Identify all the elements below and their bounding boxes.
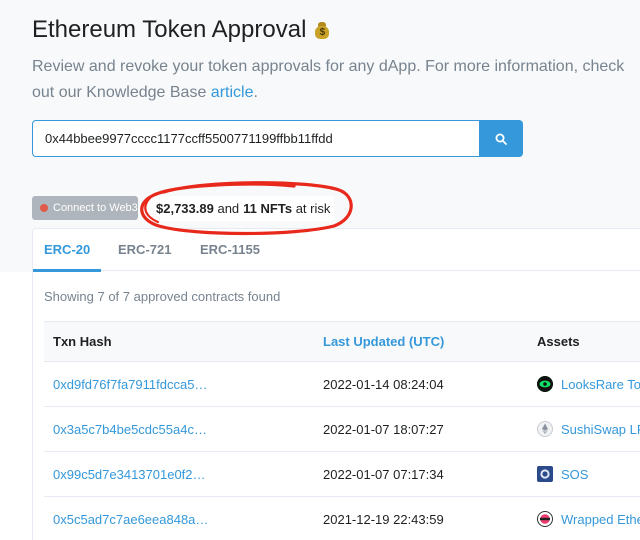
risk-summary: $2,733.89 and 11 NFTs at risk (146, 196, 334, 221)
table-row: 0x5c5ad7c7ae6eea848a… 2021-12-19 22:43:5… (44, 497, 640, 540)
approvals-card: ERC-20 ERC-721 ERC-1155 Showing 7 of 7 a… (32, 228, 640, 540)
column-last-updated[interactable]: Last Updated (UTC) (314, 321, 528, 362)
tab-erc1155[interactable]: ERC-1155 (200, 242, 260, 257)
subtitle-text: Review and revoke your token approvals f… (32, 58, 625, 101)
token-standard-tabs: ERC-20 ERC-721 ERC-1155 (33, 229, 640, 272)
table-row: 0x3a5c7b4be5cdc55a4c… 2022-01-07 18:07:2… (44, 407, 640, 452)
asset-name: SushiSwap LP (561, 421, 640, 437)
txn-hash-link[interactable]: 0x3a5c7b4be5cdc55a4c… (53, 422, 207, 437)
page-title: Ethereum Token Approval $ (32, 16, 330, 44)
risk-and: and (217, 201, 240, 216)
risk-amount: $2,733.89 (156, 201, 214, 216)
last-updated-cell: 2022-01-07 07:17:34 (323, 466, 444, 482)
tab-erc721[interactable]: ERC-721 (118, 242, 171, 257)
page-subtitle: Review and revoke your token approvals f… (32, 54, 632, 106)
txn-hash-link[interactable]: 0x99c5d7e3413701e0f2… (53, 467, 206, 482)
sos-icon (537, 466, 553, 482)
address-search (32, 120, 523, 157)
connect-web3-label: Connect to Web3 (53, 202, 138, 214)
ethereum-icon (537, 421, 553, 437)
address-input[interactable] (32, 120, 479, 157)
page-title-text: Ethereum Token Approval (32, 16, 307, 43)
approved-contracts-table: Txn Hash Last Updated (UTC) Assets 0xd9f… (44, 321, 640, 540)
asset-link[interactable]: LooksRare To (537, 376, 640, 392)
weth-icon (537, 511, 553, 527)
asset-link[interactable]: SushiSwap LP (537, 421, 640, 437)
asset-link[interactable]: Wrapped Ethe (537, 511, 640, 527)
looksrare-icon (537, 376, 553, 392)
knowledge-base-link[interactable]: article (211, 84, 254, 101)
search-icon (495, 133, 507, 145)
asset-name: SOS (561, 466, 589, 482)
tab-erc20[interactable]: ERC-20 (44, 242, 90, 257)
column-txn-hash: Txn Hash (44, 321, 314, 362)
money-bag-icon: $ (314, 21, 330, 39)
subtitle-end: . (253, 84, 258, 101)
last-updated-cell: 2022-01-14 08:24:04 (323, 376, 444, 392)
last-updated-cell: 2022-01-07 18:07:27 (323, 421, 444, 437)
risk-nft-count: 11 NFTs (243, 201, 293, 216)
txn-hash-link[interactable]: 0xd9fd76f7fa7911fdcca5… (53, 377, 207, 392)
txn-hash-link[interactable]: 0x5c5ad7c7ae6eea848a… (53, 512, 208, 527)
risk-suffix: at risk (295, 201, 331, 216)
disconnected-status-dot (40, 204, 48, 212)
active-tab-indicator (33, 269, 101, 272)
contracts-count-summary: Showing 7 of 7 approved contracts found (44, 289, 281, 304)
asset-name: LooksRare To (561, 376, 640, 392)
asset-link[interactable]: SOS (537, 466, 640, 482)
column-assets: Assets (528, 321, 640, 362)
table-row: 0xd9fd76f7fa7911fdcca5… 2022-01-14 08:24… (44, 362, 640, 407)
table-header-row: Txn Hash Last Updated (UTC) Assets (44, 321, 640, 362)
search-button[interactable] (479, 120, 523, 157)
asset-name: Wrapped Ethe (561, 511, 640, 527)
connect-web3-button[interactable]: Connect to Web3 (32, 196, 138, 220)
table-row: 0x99c5d7e3413701e0f2… 2022-01-07 07:17:3… (44, 452, 640, 497)
last-updated-cell: 2021-12-19 22:43:59 (323, 511, 444, 527)
